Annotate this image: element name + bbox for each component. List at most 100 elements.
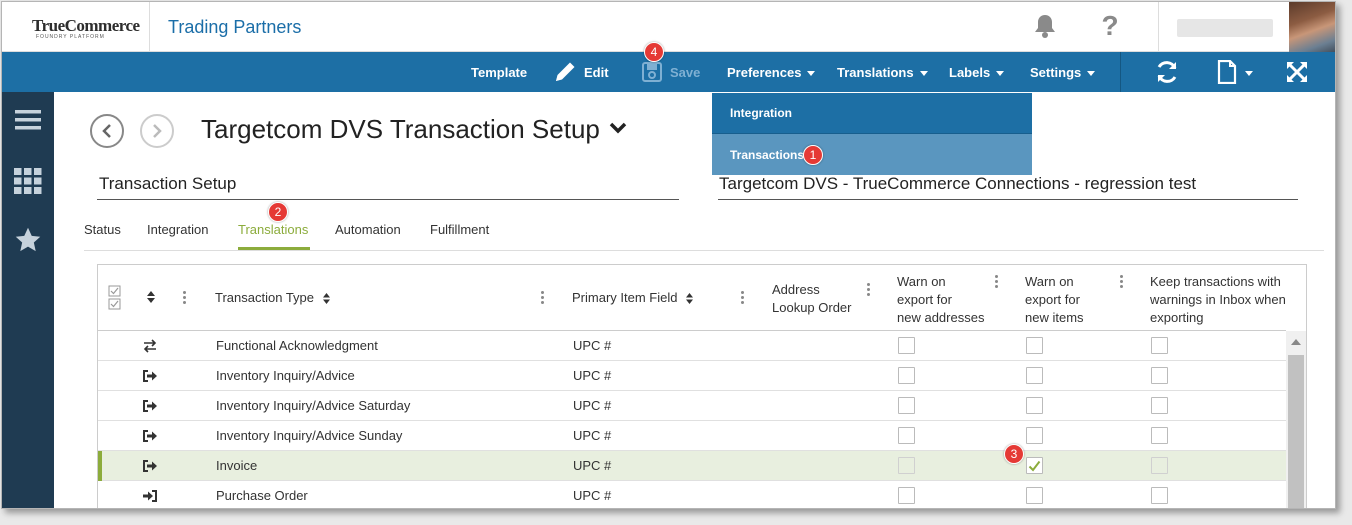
- column-header-warn-new-items[interactable]: Warn on export for new items: [1025, 273, 1084, 339]
- keep-in-inbox-checkbox[interactable]: [1151, 337, 1168, 354]
- annotation-badge: 4: [644, 42, 664, 62]
- warn-new-items-checkbox[interactable]: [1026, 427, 1043, 444]
- column-header-keep-in-inbox[interactable]: Keep transactions with warnings in Inbox…: [1150, 273, 1286, 339]
- tab-integration[interactable]: Integration: [147, 222, 208, 237]
- tab-translations[interactable]: Translations: [238, 222, 308, 237]
- back-button[interactable]: [90, 114, 124, 148]
- column-menu-icon[interactable]: [1120, 275, 1123, 289]
- user-menu[interactable]: [1158, 2, 1335, 52]
- bidirectional-arrow-icon: [143, 339, 157, 353]
- warn-new-items-checkbox[interactable]: [1026, 397, 1043, 414]
- grid-scrollbar[interactable]: [1286, 331, 1306, 508]
- title-dropdown-toggle[interactable]: [608, 120, 628, 141]
- sort-icon: [322, 293, 330, 305]
- keep-in-inbox-checkbox[interactable]: [1151, 487, 1168, 504]
- warn-new-items-checkbox[interactable]: [1026, 457, 1043, 474]
- checkmark-icon: [1028, 460, 1041, 472]
- warn-new-addresses-checkbox[interactable]: [898, 487, 915, 504]
- outbound-arrow-icon: [143, 370, 157, 382]
- translations-label: Translations: [837, 64, 914, 80]
- table-row[interactable]: Purchase Order UPC #: [98, 481, 1286, 508]
- dropdown-item-integration[interactable]: Integration: [712, 93, 1032, 134]
- primary-item-field-cell: UPC #: [573, 428, 612, 443]
- primary-item-field-cell: UPC #: [573, 338, 612, 353]
- table-row[interactable]: Inventory Inquiry/Advice UPC #: [98, 361, 1286, 391]
- logo[interactable]: TrueCommerce FOUNDRY PLATFORM: [2, 2, 150, 52]
- column-header-warn-new-addresses[interactable]: Warn on export for new addresses: [897, 273, 984, 339]
- warn-new-items-checkbox[interactable]: [1026, 367, 1043, 384]
- primary-item-field-cell: UPC #: [573, 458, 612, 473]
- table-row-selected[interactable]: Invoice UPC #: [98, 451, 1286, 481]
- apps-grid-icon[interactable]: [14, 167, 42, 195]
- app-window: TrueCommerce FOUNDRY PLATFORM Trading Pa…: [1, 1, 1336, 509]
- help-label: ?: [1101, 10, 1119, 41]
- table-row[interactable]: Functional Acknowledgment UPC #: [98, 331, 1286, 361]
- document-menu[interactable]: [1210, 58, 1260, 86]
- transaction-type-cell: Invoice: [216, 458, 258, 473]
- forward-button[interactable]: [140, 114, 174, 148]
- primary-item-field-cell: UPC #: [573, 398, 612, 413]
- hamburger-icon[interactable]: [14, 106, 42, 134]
- chevron-right-icon: [153, 124, 162, 138]
- side-nav: [2, 92, 54, 508]
- select-all-icon[interactable]: [108, 285, 122, 315]
- dropdown-item-transactions[interactable]: Transactions: [712, 134, 1032, 175]
- translations-menu[interactable]: Translations: [837, 52, 928, 92]
- page-title: Targetcom DVS Transaction Setup: [201, 114, 600, 144]
- chevron-down-icon: [1087, 70, 1096, 76]
- question-icon[interactable]: ?: [1096, 10, 1124, 41]
- warn-new-addresses-checkbox[interactable]: [898, 337, 915, 354]
- column-menu-icon[interactable]: [541, 291, 544, 305]
- warn-new-addresses-checkbox[interactable]: [898, 457, 915, 474]
- translations-grid: Transaction Type Primary Item Field Addr…: [97, 264, 1307, 508]
- partner-divider: [718, 199, 1298, 200]
- table-row[interactable]: Inventory Inquiry/Advice Saturday UPC #: [98, 391, 1286, 421]
- warn-new-items-checkbox[interactable]: [1026, 337, 1043, 354]
- warn-new-addresses-checkbox[interactable]: [898, 367, 915, 384]
- scroll-up-icon[interactable]: [1291, 339, 1301, 345]
- preferences-menu[interactable]: Preferences: [727, 52, 816, 92]
- labels-menu[interactable]: Labels: [949, 52, 1005, 92]
- column-menu-icon[interactable]: [741, 291, 744, 305]
- outbound-arrow-icon: [143, 400, 157, 412]
- tab-automation[interactable]: Automation: [335, 222, 401, 237]
- column-label: export for: [897, 292, 952, 307]
- column-label: Keep transactions with: [1150, 274, 1281, 289]
- scrollbar-thumb[interactable]: [1288, 355, 1304, 508]
- column-menu-icon[interactable]: [995, 275, 998, 289]
- column-menu-icon[interactable]: [183, 291, 186, 305]
- keep-in-inbox-checkbox[interactable]: [1151, 457, 1168, 474]
- bell-icon[interactable]: [1031, 12, 1059, 40]
- template-button[interactable]: Template: [471, 52, 527, 92]
- toolbar-divider: [1120, 52, 1121, 92]
- tabs-divider: [84, 250, 1324, 251]
- warn-new-items-checkbox[interactable]: [1026, 487, 1043, 504]
- refresh-icon[interactable]: [1152, 58, 1182, 86]
- warn-new-addresses-checkbox[interactable]: [898, 397, 915, 414]
- document-icon: [1217, 60, 1237, 84]
- grid-header: Transaction Type Primary Item Field Addr…: [98, 265, 1286, 331]
- table-row[interactable]: Inventory Inquiry/Advice Sunday UPC #: [98, 421, 1286, 451]
- edit-button[interactable]: Edit: [553, 52, 609, 92]
- sort-icon[interactable]: [146, 290, 156, 304]
- column-label: new items: [1025, 310, 1084, 325]
- warn-new-addresses-checkbox[interactable]: [898, 427, 915, 444]
- settings-label: Settings: [1030, 64, 1082, 80]
- tab-status[interactable]: Status: [84, 222, 121, 237]
- tab-fulfillment[interactable]: Fulfillment: [430, 222, 489, 237]
- star-icon[interactable]: [14, 226, 42, 254]
- app-title: Trading Partners: [168, 17, 302, 37]
- keep-in-inbox-checkbox[interactable]: [1151, 397, 1168, 414]
- toolbar: Template Edit Save Preferences Translati…: [2, 52, 1335, 92]
- inbound-arrow-icon: [143, 490, 157, 502]
- edit-label: Edit: [584, 64, 609, 80]
- settings-menu[interactable]: Settings: [1030, 52, 1096, 92]
- dropdown-item-label: Integration: [730, 106, 792, 120]
- logo-subtext: FOUNDRY PLATFORM: [36, 34, 105, 40]
- keep-in-inbox-checkbox[interactable]: [1151, 427, 1168, 444]
- avatar[interactable]: [1289, 2, 1335, 52]
- expand-icon[interactable]: [1282, 58, 1312, 86]
- column-menu-icon[interactable]: [867, 283, 870, 297]
- transaction-type-cell: Purchase Order: [216, 488, 308, 503]
- keep-in-inbox-checkbox[interactable]: [1151, 367, 1168, 384]
